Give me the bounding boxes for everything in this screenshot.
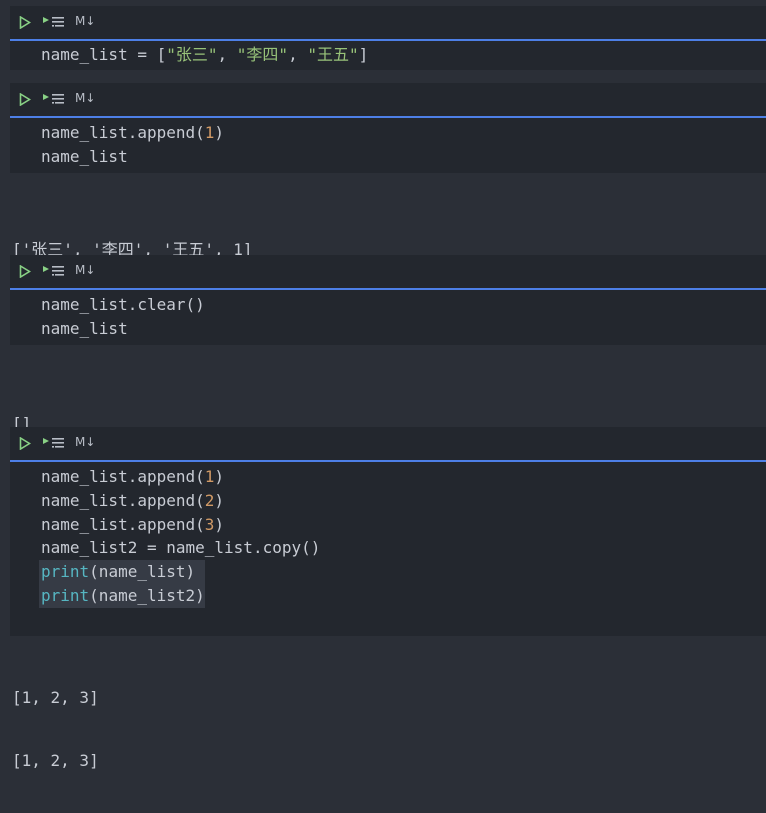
code-token: name_list.append( [41, 467, 205, 486]
run-cell-icon[interactable] [19, 265, 31, 278]
run-cell-icon[interactable] [19, 16, 31, 29]
number-token: 3 [204, 515, 215, 534]
code-token: name_list.append( [41, 123, 205, 142]
run-cell-icon[interactable] [19, 437, 31, 450]
code-token: (name_list2) [89, 586, 205, 605]
cell-toolbar: M↓ [10, 427, 766, 460]
cell-toolbar: M↓ [10, 83, 766, 116]
code-line: name_list.append(1) [41, 465, 224, 489]
code-token: , [217, 45, 237, 64]
code-token: name_list [41, 147, 128, 166]
string-token: "李四" [236, 45, 289, 64]
code-editor[interactable]: name_list.clear() name_list [10, 290, 766, 345]
run-cell-icon[interactable] [19, 93, 31, 106]
code-token: name_list2 [41, 538, 147, 557]
string-token: "张三" [166, 45, 218, 64]
cell-toolbar: M↓ [10, 255, 766, 288]
code-line: name_list [41, 145, 128, 169]
number-token: 1 [204, 467, 215, 486]
code-token: [ [146, 45, 167, 64]
code-line: print(name_list2) [41, 584, 205, 608]
code-token: ) [214, 123, 225, 142]
code-token: name_list.append( [41, 515, 205, 534]
code-editor[interactable]: name_list = ["张三", "李四", "王五"] [10, 41, 766, 70]
run-above-icon[interactable] [43, 265, 65, 278]
code-token: name_list.append( [41, 491, 205, 510]
string-token: "王五" [307, 45, 359, 64]
code-line: print(name_list) [41, 560, 195, 584]
code-line: name_list.clear() [41, 293, 205, 317]
code-line: name_list.append(2) [41, 489, 224, 513]
code-token: ) [214, 467, 225, 486]
code-token: ) [214, 491, 225, 510]
code-token: ] [358, 45, 369, 64]
code-line: name_list = ["张三", "李四", "王五"] [41, 43, 368, 67]
markdown-toggle[interactable]: M↓ [75, 14, 95, 28]
run-above-icon[interactable] [43, 16, 65, 29]
markdown-toggle[interactable]: M↓ [75, 91, 95, 105]
builtin-token: print [41, 586, 90, 605]
code-token: name_list.clear() [41, 295, 205, 314]
code-token: name_list [41, 319, 128, 338]
code-line: name_list.append(1) [41, 121, 224, 145]
cell-output: [1, 2, 3] [1, 2, 3] [12, 645, 99, 813]
number-token: 2 [204, 491, 215, 510]
cell-toolbar: M↓ [10, 6, 766, 39]
builtin-token: print [41, 562, 90, 581]
number-token: 1 [204, 123, 215, 142]
code-token: name_list.copy() [156, 538, 321, 557]
code-token: , [288, 45, 308, 64]
code-editor[interactable]: name_list.append(1) name_list [10, 118, 766, 173]
output-line: [1, 2, 3] [12, 688, 99, 707]
code-token: = [146, 538, 157, 557]
run-above-icon[interactable] [43, 93, 65, 106]
code-line: name_list2 = name_list.copy() [41, 536, 320, 560]
run-above-icon[interactable] [43, 437, 65, 450]
code-line: name_list [41, 317, 128, 341]
output-line: [1, 2, 3] [12, 751, 99, 770]
code-token: name_list [41, 45, 138, 64]
code-token: = [137, 45, 147, 64]
markdown-toggle[interactable]: M↓ [75, 263, 95, 277]
code-token: (name_list) [89, 562, 196, 581]
code-token: ) [214, 515, 225, 534]
code-line: name_list.append(3) [41, 513, 224, 537]
code-editor[interactable]: name_list.append(1) name_list.append(2) … [10, 462, 766, 636]
markdown-toggle[interactable]: M↓ [75, 435, 95, 449]
